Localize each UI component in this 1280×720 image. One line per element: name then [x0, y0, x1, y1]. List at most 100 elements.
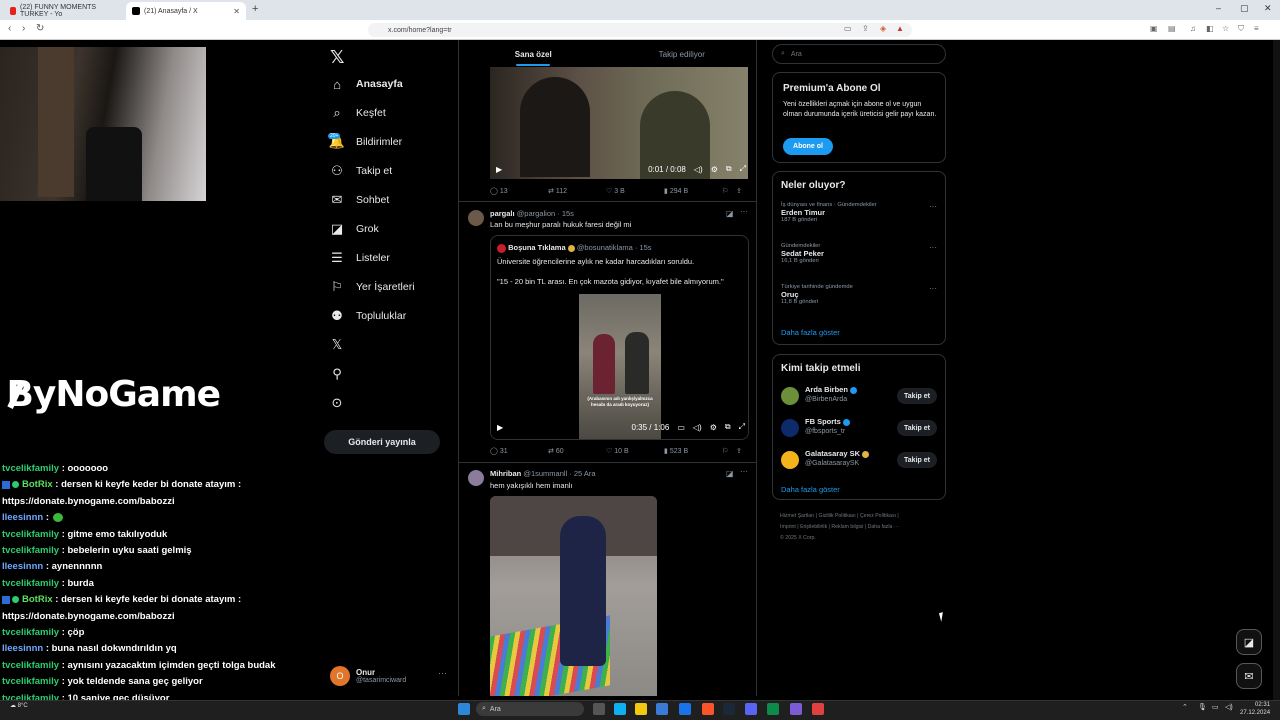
- fullscreen-icon[interactable]: ⤢: [740, 164, 746, 174]
- install-icon[interactable]: ▭: [844, 24, 852, 33]
- weather-widget[interactable]: ☁ 8°C: [10, 702, 28, 709]
- grok-float-button[interactable]: ◪: [1236, 629, 1262, 655]
- share-post-icon[interactable]: ⇪: [736, 447, 742, 455]
- music-icon[interactable]: ♫: [1190, 24, 1196, 33]
- post-more-icon[interactable]: ···: [740, 467, 748, 476]
- maximize-icon[interactable]: ▢: [1240, 3, 1249, 14]
- forward-icon[interactable]: ›: [22, 23, 25, 34]
- sidebar-item-grok[interactable]: ◪ Grok: [328, 218, 379, 240]
- sidebar-toggle-icon[interactable]: ◧: [1206, 24, 1214, 33]
- avatar[interactable]: [468, 470, 484, 486]
- chat-username[interactable]: tvcelikfamily: [2, 627, 59, 638]
- post1-video[interactable]: ▶ 0:01 / 0:08 ◁) ⚙ ⧉ ⤢: [490, 67, 748, 179]
- pip-icon[interactable]: ⧉: [726, 164, 732, 174]
- task-view-icon[interactable]: [593, 703, 605, 715]
- trends-show-more[interactable]: Daha fazla göster: [781, 328, 840, 337]
- post-more-icon[interactable]: ···: [740, 207, 748, 216]
- quoted-post[interactable]: Boşuna Tıklama @bosunatiklama · 15s Üniv…: [490, 235, 749, 440]
- trend-item[interactable]: Türkiye tarihinde gündemde Oruç 11,8 B gön…: [781, 284, 939, 305]
- chat-username[interactable]: lleesinnn: [2, 512, 43, 523]
- sidebar-item-keşfet[interactable]: ⌕ Keşfet: [328, 102, 385, 124]
- sidebar-item-anasayfa[interactable]: ⌂ Anasayfa: [328, 73, 403, 95]
- rewards-icon[interactable]: ▲: [896, 24, 904, 33]
- chat-username[interactable]: tvcelikfamily: [2, 463, 59, 474]
- back-icon[interactable]: ‹: [8, 23, 11, 34]
- chat-username[interactable]: tvcelikfamily: [2, 545, 59, 556]
- like-button[interactable]: ♡ 3 B: [606, 187, 664, 196]
- chat-username[interactable]: tvcelikfamily: [2, 660, 59, 671]
- trend-item[interactable]: Gündemdekiler Sedat Peker 16,1 B gönderi ··…: [781, 243, 939, 264]
- steam-icon[interactable]: [723, 703, 735, 715]
- browser-tab-youtube[interactable]: (22) FUNNY MOMENTS TURKEY - Yo: [4, 2, 116, 20]
- wallet-icon[interactable]: ▤: [1168, 24, 1176, 33]
- share-post-icon[interactable]: ⇪: [736, 187, 742, 195]
- bookmark-icon[interactable]: ⚐: [722, 187, 736, 195]
- trend-more-icon[interactable]: ···: [929, 243, 937, 252]
- sidebar-item-topluluklar[interactable]: ⚉ Topluluklar: [328, 305, 406, 327]
- browser-tab-x[interactable]: (21) Anasayfa / X ✕: [126, 2, 246, 20]
- follow-suggestion[interactable]: FB Sports @fbsports_tr Takip et: [781, 417, 939, 441]
- messages-float-button[interactable]: ✉: [1236, 663, 1262, 689]
- chat-username[interactable]: tvcelikfamily: [2, 676, 59, 687]
- views-button[interactable]: ▮ 523 B: [664, 447, 722, 456]
- close-window-icon[interactable]: ✕: [1264, 3, 1272, 14]
- vpn-icon[interactable]: ⛉: [1238, 24, 1244, 34]
- url-field[interactable]: x.com/home?lang=tr: [368, 23, 912, 37]
- sidebar-item-more[interactable]: ⊙: [328, 392, 356, 414]
- footer-links-2[interactable]: Imprint | Erişilebilirlik | Reklam bilgi…: [780, 522, 940, 533]
- tab-following[interactable]: Takip ediliyor: [608, 42, 757, 66]
- repost-button[interactable]: ⇄ 112: [548, 187, 606, 196]
- mail-app-icon[interactable]: [679, 703, 691, 715]
- captions-icon[interactable]: ▭: [677, 423, 685, 432]
- close-tab-icon[interactable]: ✕: [233, 7, 240, 16]
- follow-button[interactable]: Takip et: [897, 452, 937, 468]
- account-more-icon[interactable]: ···: [438, 668, 447, 678]
- grok-post-icon[interactable]: ◪: [726, 209, 734, 218]
- speaker-icon[interactable]: ◁): [1225, 703, 1233, 711]
- fullscreen-icon[interactable]: ⤢: [739, 422, 745, 432]
- volume-icon[interactable]: ◁): [694, 165, 703, 174]
- discord-icon[interactable]: [745, 703, 757, 715]
- app-icon-2[interactable]: [812, 703, 824, 715]
- edge-icon[interactable]: [767, 703, 779, 715]
- search-input[interactable]: ⌕ Ara: [772, 44, 946, 64]
- minimize-icon[interactable]: –: [1216, 3, 1221, 13]
- chat-username[interactable]: BotRix: [22, 479, 53, 490]
- page-scrollbar[interactable]: [1273, 40, 1280, 700]
- play-icon[interactable]: ▶: [497, 423, 503, 432]
- quote-video[interactable]: (Arabasının adı yanlış/yalnızca hesabı d…: [491, 294, 748, 439]
- sidebar-item-takip-et[interactable]: ⚇ Takip et: [328, 160, 392, 182]
- bookmark-icon[interactable]: ⚐: [722, 447, 736, 455]
- trend-more-icon[interactable]: ···: [929, 284, 937, 293]
- reply-button[interactable]: ◯ 31: [490, 447, 548, 456]
- views-button[interactable]: ▮ 294 B: [664, 187, 722, 196]
- post3-media[interactable]: [490, 496, 657, 696]
- settings-icon[interactable]: ⚙: [710, 423, 717, 432]
- chat-username[interactable]: lleesinnn: [2, 561, 43, 572]
- like-button[interactable]: ♡ 10 B: [606, 447, 664, 456]
- x-logo-icon[interactable]: 𝕏: [330, 47, 345, 68]
- brave-shield-icon[interactable]: ◈: [880, 24, 886, 33]
- repost-button[interactable]: ⇄ 60: [548, 447, 606, 456]
- taskbar-search[interactable]: ⌕ Ara: [476, 702, 584, 716]
- taskbar-clock[interactable]: 02:31 27.12.2024: [1240, 701, 1270, 717]
- trend-more-icon[interactable]: ···: [929, 202, 937, 211]
- app-icon[interactable]: [790, 703, 802, 715]
- chat-username[interactable]: tvcelikfamily: [2, 578, 59, 589]
- avatar[interactable]: [468, 210, 484, 226]
- chat-username[interactable]: lleesinnn: [2, 643, 43, 654]
- chat-username[interactable]: tvcelikfamily: [2, 529, 59, 540]
- sidebar-item-x-premium[interactable]: 𝕏: [328, 334, 356, 356]
- footer-links-1[interactable]: Hizmet Şartları | Gizlilik Politikası | …: [780, 511, 940, 522]
- settings-icon[interactable]: ⚙: [711, 165, 718, 174]
- extension-icon[interactable]: ▣: [1150, 24, 1158, 33]
- follow-show-more[interactable]: Daha fazla göster: [781, 485, 840, 494]
- tray-chevron-icon[interactable]: ⌃: [1182, 703, 1188, 711]
- new-tab-button[interactable]: +: [252, 3, 258, 15]
- grok-post-icon[interactable]: ◪: [726, 469, 734, 478]
- windows-start-icon[interactable]: [458, 703, 470, 715]
- account-switcher[interactable]: O Onur @tasarimciward: [330, 662, 450, 690]
- sidebar-item-listeler[interactable]: ☰ Listeler: [328, 247, 390, 269]
- play-icon[interactable]: ▶: [496, 165, 502, 174]
- sidebar-item-sohbet[interactable]: ✉ Sohbet: [328, 189, 390, 211]
